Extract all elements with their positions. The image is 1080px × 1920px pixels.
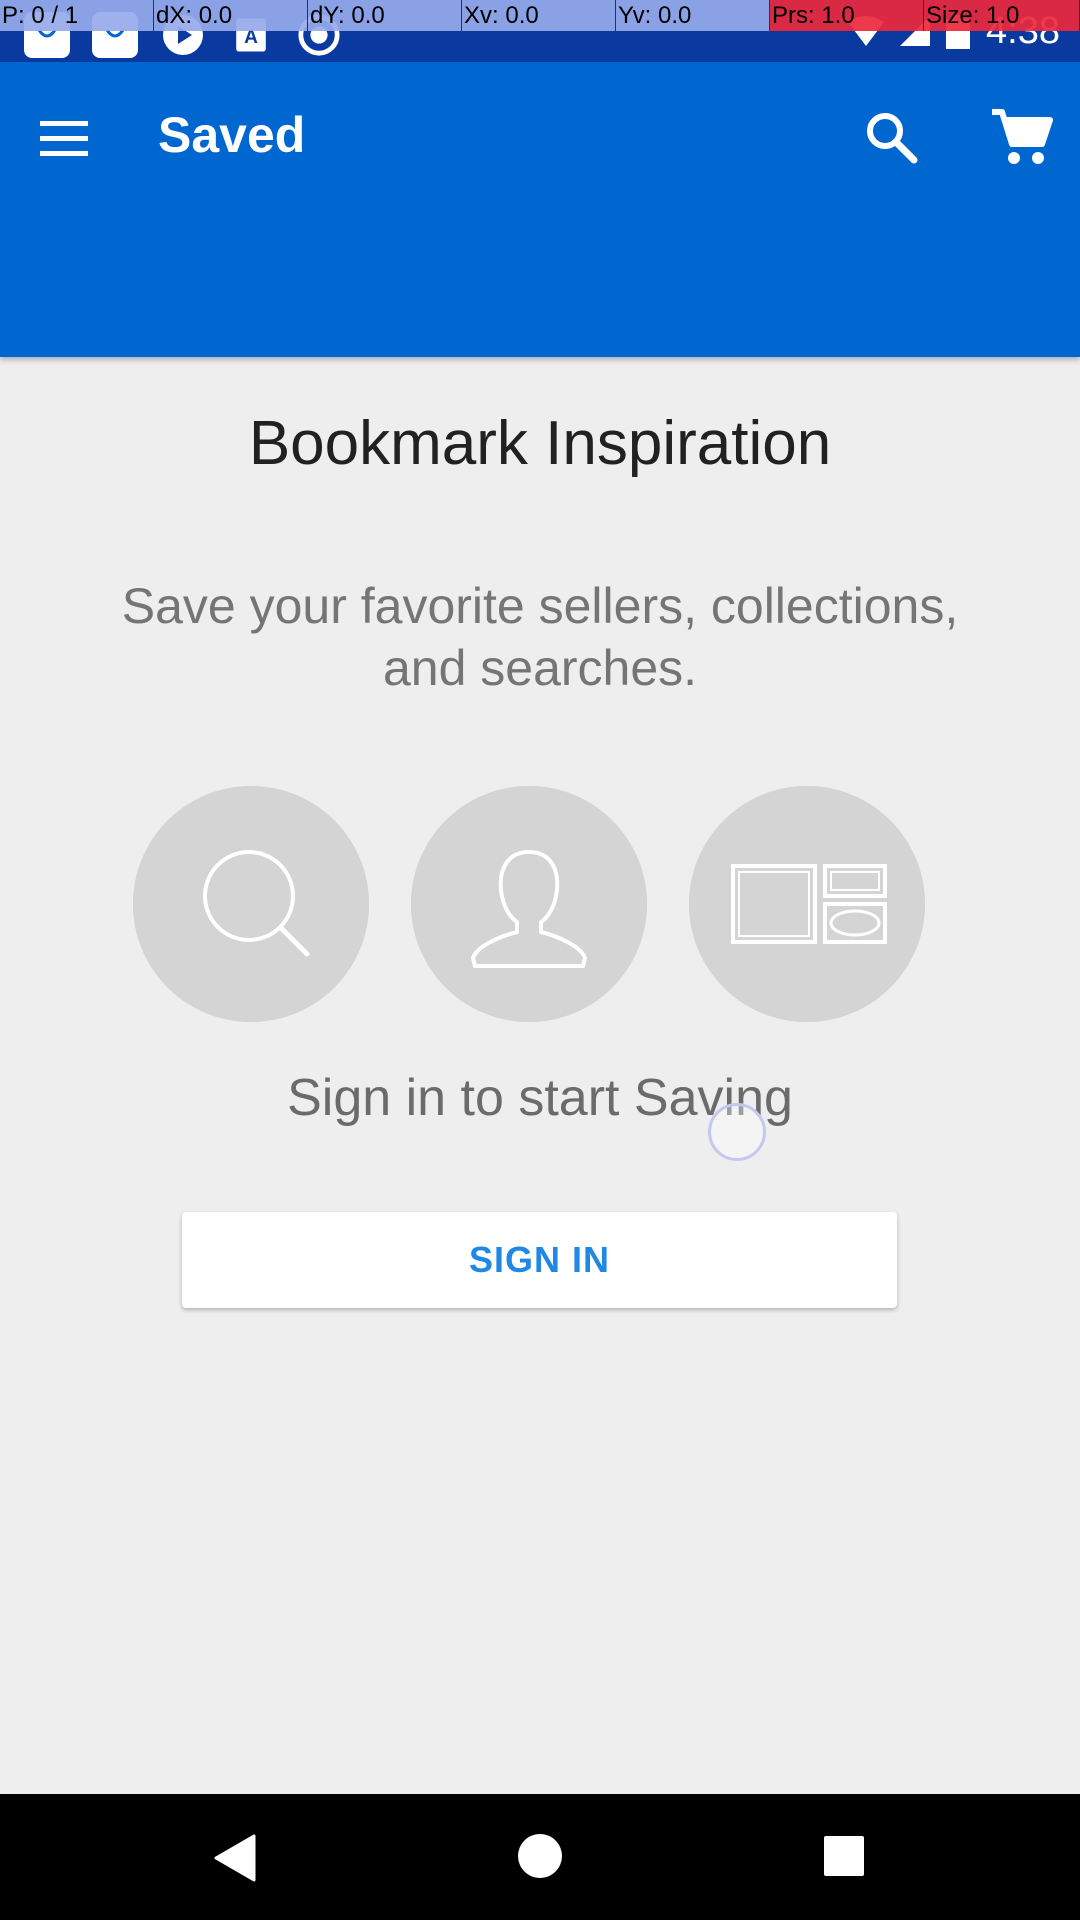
search-icon[interactable]: [860, 106, 922, 168]
signin-prompt: Sign in to start Saving: [287, 1069, 793, 1127]
velocity-y: Yv: 0.0: [616, 0, 770, 31]
saved-collections-illustration: [689, 786, 925, 1022]
touch-indicator: [708, 1103, 766, 1161]
navigation-bar: [0, 1794, 1080, 1920]
collection-icon: [689, 786, 925, 1022]
velocity-x: Xv: 0.0: [462, 0, 616, 31]
user-icon: [411, 786, 647, 1022]
delta-y: dY: 0.0: [308, 0, 462, 31]
recents-icon[interactable]: [824, 1836, 864, 1876]
page-title: Saved: [158, 107, 306, 163]
saved-sellers-illustration: [411, 786, 647, 1022]
empty-state-subtitle: Save your favorite sellers, collections,…: [121, 578, 959, 696]
app-bar: Saved: [0, 62, 1080, 357]
empty-state-headline: Bookmark Inspiration: [248, 409, 832, 478]
menu-icon[interactable]: [40, 110, 106, 166]
pointer-count: P: 0 / 1: [0, 0, 154, 31]
pressure: Prs: 1.0: [770, 0, 924, 31]
saved-searches-illustration: [133, 786, 369, 1022]
search-icon: [133, 786, 369, 1022]
pointer-location-overlay: P: 0 / 1 dX: 0.0 dY: 0.0 Xv: 0.0 Yv: 0.0…: [0, 0, 1080, 31]
delta-x: dX: 0.0: [154, 0, 308, 31]
home-icon[interactable]: [518, 1834, 562, 1878]
cart-icon[interactable]: [988, 104, 1054, 170]
back-icon[interactable]: [210, 1832, 260, 1884]
touch-size: Size: 1.0: [924, 0, 1080, 31]
sign-in-button[interactable]: SIGN IN: [182, 1212, 897, 1308]
